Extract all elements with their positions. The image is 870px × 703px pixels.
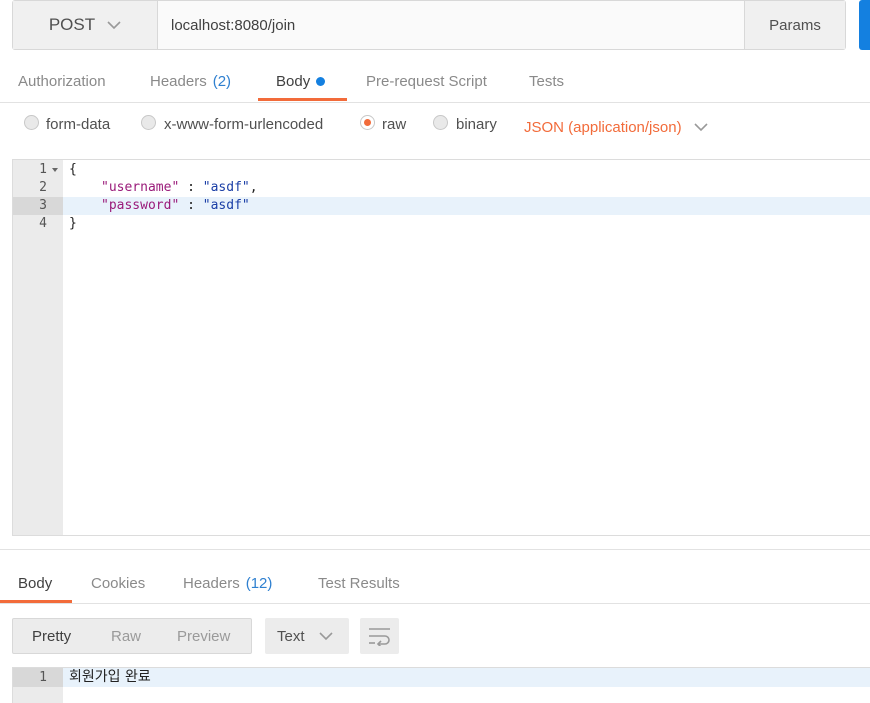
json-value: "asdf" — [202, 198, 250, 213]
tab-body[interactable]: Body — [276, 60, 326, 102]
code-line: 4 } — [13, 215, 870, 233]
tab-response-body[interactable]: Body — [18, 562, 52, 604]
json-key: "username" — [101, 180, 180, 195]
tab-label: Test Results — [318, 574, 400, 592]
radio-binary[interactable] — [433, 115, 448, 130]
tab-authorization[interactable]: Authorization — [18, 60, 106, 102]
modified-dot-icon — [316, 76, 326, 86]
tab-label: Pre-request Script — [366, 72, 487, 90]
request-tabs: Authorization Headers (2) Body Pre-reque… — [0, 60, 870, 103]
wrap-lines-icon — [369, 628, 390, 646]
response-tabs: Body Cookies Headers (12) Test Results — [0, 562, 870, 604]
code-line: 2 "username" : "asdf", — [13, 179, 870, 197]
response-view-toggle: Pretty Raw Preview — [12, 618, 252, 654]
tab-label: Tests — [529, 72, 565, 90]
line-number: 4 — [39, 216, 47, 231]
view-raw-button[interactable]: Raw — [111, 628, 141, 645]
code-text: "username" : "asdf", — [101, 179, 258, 197]
chevron-down-icon — [107, 20, 121, 29]
urlencoded-label: x-www-form-urlencoded — [164, 116, 324, 133]
json-tail: , — [249, 180, 258, 195]
code-text: } — [69, 216, 77, 231]
code-line-active: 3 "password" : "asdf" — [13, 197, 870, 215]
active-tab-indicator — [258, 98, 347, 101]
method-label: POST — [48, 15, 96, 34]
response-body-editor[interactable]: 1 회원가입 완료 — [12, 667, 870, 703]
response-text: 회원가입 완료 — [69, 669, 151, 685]
form-data-label: form-data — [46, 116, 111, 133]
params-label: Params — [769, 16, 821, 34]
headers-count: (2) — [212, 72, 232, 90]
json-key: "password" — [101, 198, 180, 213]
code-line-active: 1 회원가입 완료 — [13, 668, 870, 687]
json-sep: : — [179, 198, 203, 213]
method-select[interactable]: POST — [13, 1, 158, 49]
tab-test-results[interactable]: Test Results — [318, 562, 400, 604]
tab-headers[interactable]: Headers (2) — [150, 60, 231, 102]
tab-tests[interactable]: Tests — [529, 60, 564, 102]
tab-pre-request-script[interactable]: Pre-request Script — [366, 60, 487, 102]
tab-label: Cookies — [91, 574, 146, 592]
request-url-bar: POST localhost:8080/join Params — [12, 0, 846, 50]
url-input[interactable]: localhost:8080/join — [158, 1, 744, 49]
code-text: { — [69, 162, 77, 177]
response-format-select[interactable]: Text — [265, 618, 349, 654]
tab-label: Authorization — [18, 72, 106, 90]
tab-label: Headers — [183, 574, 240, 592]
tab-label: Body — [18, 574, 53, 592]
fold-arrow-icon[interactable] — [52, 168, 58, 172]
chevron-down-icon — [318, 631, 333, 640]
json-value: "asdf" — [202, 180, 250, 195]
format-label: Text — [277, 627, 305, 645]
view-pretty-button[interactable]: Pretty — [32, 628, 71, 645]
url-text: localhost:8080/join — [171, 16, 296, 34]
binary-label: binary — [456, 116, 497, 133]
tab-cookies[interactable]: Cookies — [91, 562, 145, 604]
wrap-lines-button[interactable] — [360, 618, 399, 654]
json-sep: : — [179, 180, 203, 195]
radio-raw[interactable] — [360, 115, 375, 130]
radio-form-data[interactable] — [24, 115, 39, 130]
line-number: 2 — [39, 180, 47, 195]
code-text: "password" : "asdf" — [101, 197, 250, 215]
active-tab-indicator — [0, 600, 72, 603]
radio-urlencoded[interactable] — [141, 115, 156, 130]
code-line: 1 { — [13, 161, 870, 179]
content-type-select[interactable]: JSON (application/json) — [524, 119, 708, 136]
pane-divider[interactable] — [0, 549, 870, 550]
params-button[interactable]: Params — [744, 1, 845, 49]
send-button[interactable] — [859, 0, 870, 50]
headers-count: (12) — [245, 574, 273, 592]
content-type-label: JSON (application/json) — [524, 119, 682, 136]
line-number: 3 — [13, 197, 63, 215]
line-number: 1 — [13, 668, 63, 687]
chevron-down-icon — [694, 123, 708, 132]
tab-label: Headers — [150, 72, 207, 90]
tab-label: Body — [276, 72, 311, 90]
tab-response-headers[interactable]: Headers (12) — [183, 562, 272, 604]
raw-label: raw — [382, 116, 407, 133]
request-body-editor[interactable]: 1 { 2 "username" : "asdf", 3 "password" … — [12, 159, 870, 536]
view-preview-button[interactable]: Preview — [177, 628, 230, 645]
